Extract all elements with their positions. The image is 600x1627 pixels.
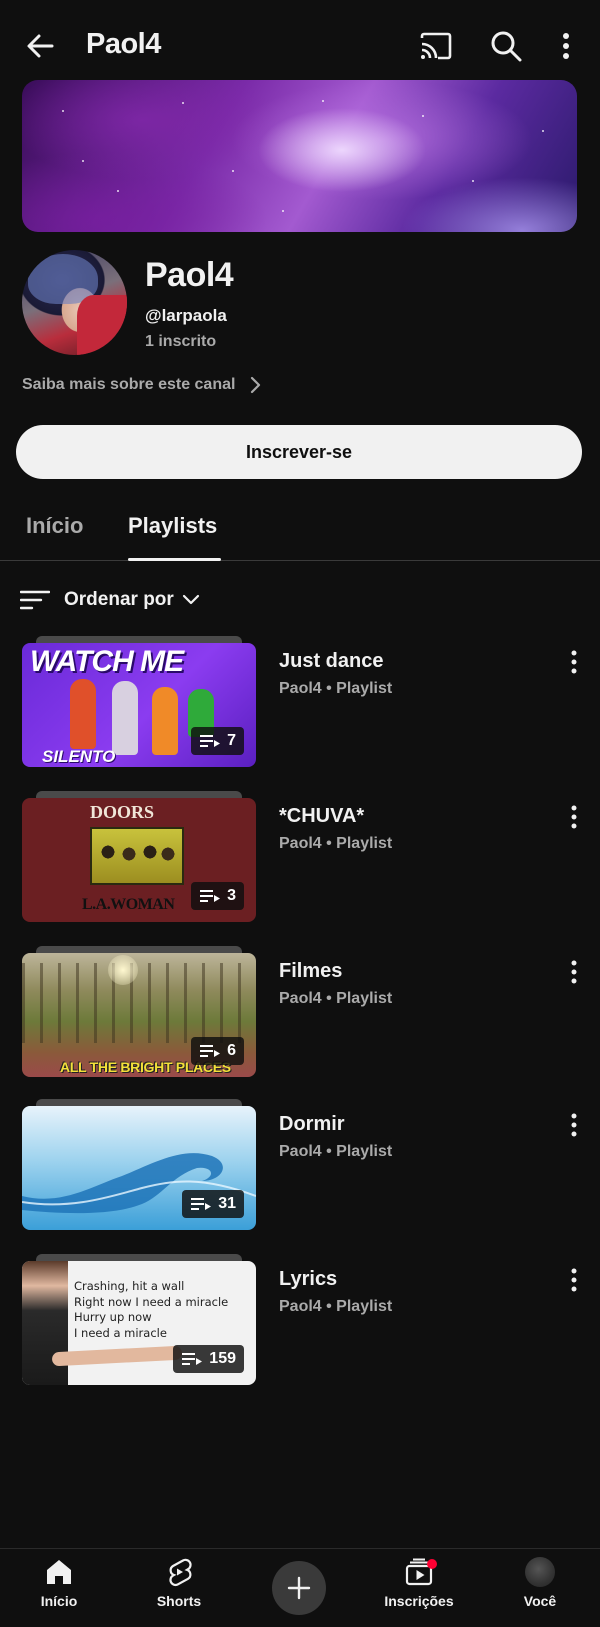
playlist-icon — [182, 1353, 203, 1365]
nav-label: Inscrições — [384, 1593, 454, 1609]
video-count: 31 — [218, 1195, 236, 1212]
playlist-subtitle: Paol4 • Playlist — [279, 990, 393, 1007]
shorts-icon — [169, 1558, 192, 1586]
playlist-title[interactable]: *CHUVA* — [279, 805, 364, 828]
video-count-badge: 3 — [191, 882, 244, 910]
chevron-right-icon — [251, 376, 261, 394]
chevron-down-icon — [182, 594, 199, 605]
nav-inicio[interactable]: Início — [9, 1557, 109, 1609]
thumbnail-text: L.A.WOMAN — [82, 896, 175, 913]
tab-inicio[interactable]: Início — [26, 513, 83, 539]
channel-banner — [22, 80, 577, 232]
video-count: 6 — [227, 1042, 236, 1059]
create-button[interactable] — [272, 1561, 326, 1615]
playlist-thumbnail[interactable]: DOORS L.A.WOMAN 3 — [22, 791, 256, 922]
playlist-subtitle: Paol4 • Playlist — [279, 835, 393, 852]
playlist-title[interactable]: Dormir — [279, 1113, 345, 1136]
video-count: 3 — [227, 887, 236, 904]
home-icon — [47, 1560, 71, 1584]
playlist-thumbnail[interactable]: WATCH ME SILENTO 7 — [22, 636, 256, 767]
more-vert-icon[interactable] — [566, 803, 582, 831]
back-arrow-icon[interactable] — [22, 28, 58, 64]
playlist-icon — [191, 1198, 212, 1210]
playlist-title[interactable]: Just dance — [279, 650, 383, 673]
thumbnail-text: WATCH ME — [30, 645, 184, 678]
nav-inscricoes[interactable]: Inscrições — [369, 1557, 469, 1609]
channel-handle: @larpaola — [145, 306, 227, 325]
video-count-badge: 159 — [173, 1345, 244, 1373]
subscribe-button[interactable]: Inscrever-se — [16, 425, 582, 479]
more-vert-icon[interactable] — [556, 28, 576, 64]
channel-avatar[interactable] — [22, 250, 127, 355]
playlist-item[interactable]: DOORS L.A.WOMAN 3 *CHUVA* Paol4 • Playli… — [0, 791, 600, 922]
nav-label: Você — [523, 1593, 557, 1609]
thumbnail-lyrics-text: Crashing, hit a wall Right now I need a … — [74, 1279, 229, 1340]
search-icon[interactable] — [488, 28, 524, 64]
playlist-subtitle: Paol4 • Playlist — [279, 1143, 393, 1160]
more-vert-icon[interactable] — [566, 958, 582, 986]
active-tab-indicator — [128, 558, 221, 561]
top-app-bar: Paol4 — [0, 0, 600, 90]
page-title: Paol4 — [86, 28, 161, 60]
playlist-thumbnail[interactable]: 31 — [22, 1099, 256, 1230]
video-count: 159 — [209, 1350, 236, 1367]
playlist-item[interactable]: Crashing, hit a wall Right now I need a … — [0, 1254, 600, 1385]
nav-voce[interactable]: Você — [490, 1557, 590, 1609]
nav-shorts[interactable]: Shorts — [129, 1557, 229, 1609]
channel-tabs: Início Playlists — [0, 500, 600, 561]
thumbnail-text: SILENTO — [42, 747, 116, 766]
notification-dot — [427, 1559, 437, 1569]
subscriber-count: 1 inscrito — [145, 333, 217, 350]
playlist-subtitle: Paol4 • Playlist — [279, 1298, 393, 1315]
more-vert-icon[interactable] — [566, 1111, 582, 1139]
nav-label: Shorts — [156, 1593, 202, 1609]
playlist-title[interactable]: Lyrics — [279, 1268, 337, 1291]
sort-icon — [20, 590, 50, 610]
you-avatar-icon — [525, 1557, 555, 1587]
playlist-item[interactable]: WATCH ME SILENTO 7 Just dance Paol4 • Pl… — [0, 636, 600, 767]
channel-name: Paol4 — [145, 256, 234, 294]
playlist-icon — [200, 1045, 221, 1057]
playlist-item[interactable]: 31 Dormir Paol4 • Playlist — [0, 1099, 600, 1230]
sort-label: Ordenar por — [64, 589, 174, 610]
create-plus-icon — [287, 1576, 311, 1600]
cast-icon[interactable] — [418, 28, 454, 64]
video-count-badge: 7 — [191, 727, 244, 755]
playlist-title[interactable]: Filmes — [279, 960, 342, 983]
video-count-badge: 31 — [182, 1190, 244, 1218]
playlist-thumbnail[interactable]: Crashing, hit a wall Right now I need a … — [22, 1254, 256, 1385]
playlist-icon — [200, 735, 221, 747]
about-channel-link[interactable]: Saiba mais sobre este canal — [22, 375, 263, 395]
video-count: 7 — [227, 732, 236, 749]
playlist-subtitle: Paol4 • Playlist — [279, 680, 393, 697]
thumbnail-text: DOORS — [90, 802, 155, 822]
playlist-icon — [200, 890, 221, 902]
tab-playlists[interactable]: Playlists — [128, 513, 217, 539]
playlist-item[interactable]: ALL THE BRIGHT PLACES 6 Filmes Paol4 • P… — [0, 946, 600, 1077]
sort-dropdown[interactable]: Ordenar por — [20, 585, 200, 615]
about-channel-label: Saiba mais sobre este canal — [22, 376, 236, 393]
playlist-thumbnail[interactable]: ALL THE BRIGHT PLACES 6 — [22, 946, 256, 1077]
nav-label: Início — [40, 1593, 78, 1609]
video-count-badge: 6 — [191, 1037, 244, 1065]
more-vert-icon[interactable] — [566, 648, 582, 676]
more-vert-icon[interactable] — [566, 1266, 582, 1294]
bottom-navigation: Início Shorts Inscrições Você — [0, 1548, 600, 1627]
